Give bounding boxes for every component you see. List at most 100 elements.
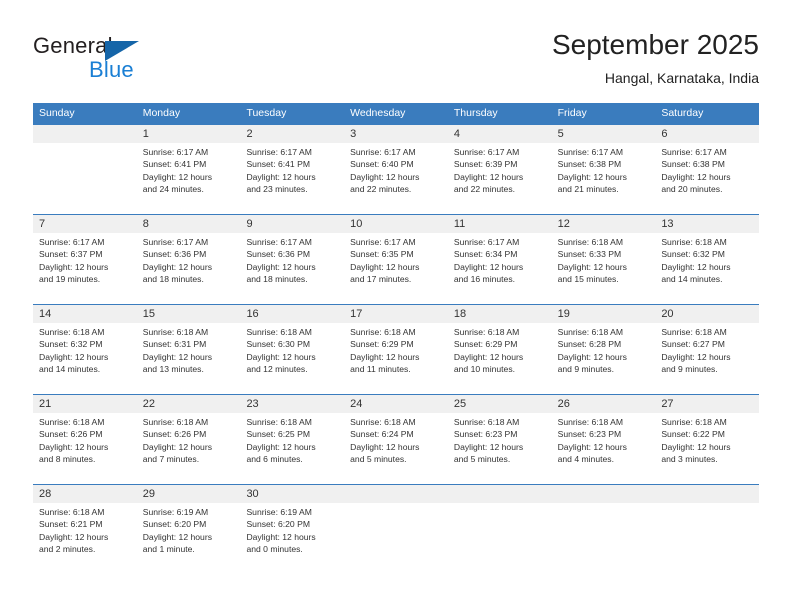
sunrise-text: Sunrise: 6:18 AM (661, 237, 727, 247)
day-number[interactable] (448, 485, 552, 503)
day-number[interactable]: 16 (240, 305, 344, 323)
day-cell[interactable] (344, 503, 448, 574)
day-cell[interactable]: Sunrise: 6:17 AM Sunset: 6:38 PM Dayligh… (552, 143, 656, 214)
day-number[interactable]: 4 (448, 125, 552, 143)
daylight-text-line1: Daylight: 12 hours (246, 441, 316, 452)
day-cell[interactable] (552, 503, 656, 574)
day-cell[interactable]: Sunrise: 6:17 AM Sunset: 6:36 PM Dayligh… (240, 233, 344, 304)
day-number[interactable]: 10 (344, 215, 448, 233)
page-subtitle: Hangal, Karnataka, India (604, 70, 759, 86)
daylight-text-line2: and 8 minutes. (39, 454, 96, 465)
day-number[interactable] (655, 485, 759, 503)
day-number[interactable]: 20 (655, 305, 759, 323)
sunset-text: Sunset: 6:38 PM (661, 159, 725, 170)
calendar-week-row: 14 15 16 17 18 19 20 Sunrise: 6:18 AM Su… (33, 304, 759, 394)
daylight-text-line1: Daylight: 12 hours (453, 351, 524, 362)
day-cell[interactable] (655, 503, 759, 574)
calendar-page: General Blue September 2025 Hangal, Karn… (0, 0, 792, 612)
day-number[interactable]: 21 (33, 395, 137, 413)
day-number[interactable]: 30 (240, 485, 344, 503)
day-number[interactable]: 27 (655, 395, 759, 413)
sunrise-text: Sunrise: 6:18 AM (557, 237, 624, 247)
day-detail-row: Sunrise: 6:17 AM Sunset: 6:41 PM Dayligh… (33, 143, 759, 214)
day-number[interactable] (33, 125, 137, 143)
day-number[interactable]: 2 (240, 125, 344, 143)
day-number[interactable]: 25 (448, 395, 552, 413)
day-cell[interactable]: Sunrise: 6:17 AM Sunset: 6:38 PM Dayligh… (655, 143, 759, 214)
day-number[interactable]: 9 (240, 215, 344, 233)
day-cell[interactable]: Sunrise: 6:18 AM Sunset: 6:30 PM Dayligh… (240, 323, 344, 394)
sunset-text: Sunset: 6:32 PM (39, 339, 103, 350)
day-number[interactable]: 19 (552, 305, 656, 323)
day-number[interactable]: 14 (33, 305, 137, 323)
day-number[interactable]: 29 (137, 485, 241, 503)
day-cell[interactable]: Sunrise: 6:18 AM Sunset: 6:27 PM Dayligh… (655, 323, 759, 394)
daylight-text-line1: Daylight: 12 hours (557, 351, 627, 362)
day-cell[interactable]: Sunrise: 6:19 AM Sunset: 6:20 PM Dayligh… (240, 503, 344, 574)
day-cell[interactable]: Sunrise: 6:18 AM Sunset: 6:21 PM Dayligh… (33, 503, 137, 574)
day-number[interactable]: 26 (552, 395, 656, 413)
day-number[interactable]: 23 (240, 395, 344, 413)
day-detail-row: Sunrise: 6:18 AM Sunset: 6:32 PM Dayligh… (33, 323, 759, 394)
sunset-text: Sunset: 6:30 PM (246, 339, 310, 350)
day-number[interactable]: 12 (552, 215, 656, 233)
sunset-text: Sunset: 6:26 PM (39, 429, 103, 440)
day-cell[interactable]: Sunrise: 6:17 AM Sunset: 6:41 PM Dayligh… (137, 143, 241, 214)
day-cell[interactable]: Sunrise: 6:18 AM Sunset: 6:23 PM Dayligh… (552, 413, 656, 484)
day-cell[interactable]: Sunrise: 6:18 AM Sunset: 6:22 PM Dayligh… (655, 413, 759, 484)
day-cell[interactable]: Sunrise: 6:18 AM Sunset: 6:32 PM Dayligh… (33, 323, 137, 394)
daylight-text-line2: and 16 minutes. (453, 274, 516, 285)
page-header: General Blue September 2025 Hangal, Karn… (0, 0, 792, 100)
daylight-text-line1: Daylight: 12 hours (661, 351, 731, 362)
sunset-text: Sunset: 6:25 PM (246, 429, 310, 440)
day-number[interactable]: 1 (137, 125, 241, 143)
day-cell[interactable]: Sunrise: 6:18 AM Sunset: 6:28 PM Dayligh… (552, 323, 656, 394)
day-cell[interactable]: Sunrise: 6:18 AM Sunset: 6:33 PM Dayligh… (552, 233, 656, 304)
day-number[interactable] (552, 485, 656, 503)
day-number[interactable]: 18 (448, 305, 552, 323)
day-cell[interactable]: Sunrise: 6:18 AM Sunset: 6:23 PM Dayligh… (448, 413, 552, 484)
day-number[interactable]: 17 (344, 305, 448, 323)
general-blue-logo[interactable]: General Blue (33, 33, 173, 83)
day-cell[interactable]: Sunrise: 6:18 AM Sunset: 6:32 PM Dayligh… (655, 233, 759, 304)
sunrise-text: Sunrise: 6:18 AM (661, 417, 727, 427)
day-cell[interactable]: Sunrise: 6:18 AM Sunset: 6:26 PM Dayligh… (137, 413, 241, 484)
day-cell[interactable]: Sunrise: 6:17 AM Sunset: 6:41 PM Dayligh… (240, 143, 344, 214)
day-cell[interactable]: Sunrise: 6:19 AM Sunset: 6:20 PM Dayligh… (137, 503, 241, 574)
sunset-text: Sunset: 6:29 PM (453, 339, 518, 350)
day-cell[interactable] (33, 143, 137, 214)
day-number[interactable]: 5 (552, 125, 656, 143)
weekday-header-sunday: Sunday (39, 107, 75, 119)
day-number[interactable]: 6 (655, 125, 759, 143)
day-cell[interactable]: Sunrise: 6:17 AM Sunset: 6:36 PM Dayligh… (137, 233, 241, 304)
sunset-text: Sunset: 6:40 PM (350, 159, 414, 170)
daylight-text-line2: and 17 minutes. (350, 274, 412, 285)
day-cell[interactable]: Sunrise: 6:17 AM Sunset: 6:34 PM Dayligh… (448, 233, 552, 304)
day-cell[interactable]: Sunrise: 6:18 AM Sunset: 6:31 PM Dayligh… (137, 323, 241, 394)
day-cell[interactable]: Sunrise: 6:18 AM Sunset: 6:25 PM Dayligh… (240, 413, 344, 484)
day-number[interactable]: 15 (137, 305, 241, 323)
day-cell[interactable]: Sunrise: 6:18 AM Sunset: 6:26 PM Dayligh… (33, 413, 137, 484)
day-cell[interactable]: Sunrise: 6:18 AM Sunset: 6:29 PM Dayligh… (344, 323, 448, 394)
day-number[interactable]: 13 (655, 215, 759, 233)
daylight-text-line1: Daylight: 12 hours (246, 531, 316, 542)
daylight-text-line1: Daylight: 12 hours (39, 261, 109, 272)
day-cell[interactable] (448, 503, 552, 574)
day-number[interactable]: 8 (137, 215, 241, 233)
day-cell[interactable]: Sunrise: 6:18 AM Sunset: 6:24 PM Dayligh… (344, 413, 448, 484)
day-cell[interactable]: Sunrise: 6:17 AM Sunset: 6:40 PM Dayligh… (344, 143, 448, 214)
sunset-text: Sunset: 6:24 PM (350, 429, 414, 440)
day-cell[interactable]: Sunrise: 6:17 AM Sunset: 6:39 PM Dayligh… (448, 143, 552, 214)
day-cell[interactable]: Sunrise: 6:17 AM Sunset: 6:37 PM Dayligh… (33, 233, 137, 304)
day-number[interactable]: 3 (344, 125, 448, 143)
day-cell[interactable]: Sunrise: 6:18 AM Sunset: 6:29 PM Dayligh… (448, 323, 552, 394)
daylight-text-line1: Daylight: 12 hours (661, 441, 731, 452)
day-cell[interactable]: Sunrise: 6:17 AM Sunset: 6:35 PM Dayligh… (344, 233, 448, 304)
day-number[interactable]: 11 (448, 215, 552, 233)
day-number[interactable]: 22 (137, 395, 241, 413)
day-number[interactable] (344, 485, 448, 503)
sunrise-text: Sunrise: 6:18 AM (453, 327, 520, 337)
day-number[interactable]: 28 (33, 485, 137, 503)
day-number[interactable]: 7 (33, 215, 137, 233)
day-number[interactable]: 24 (344, 395, 448, 413)
